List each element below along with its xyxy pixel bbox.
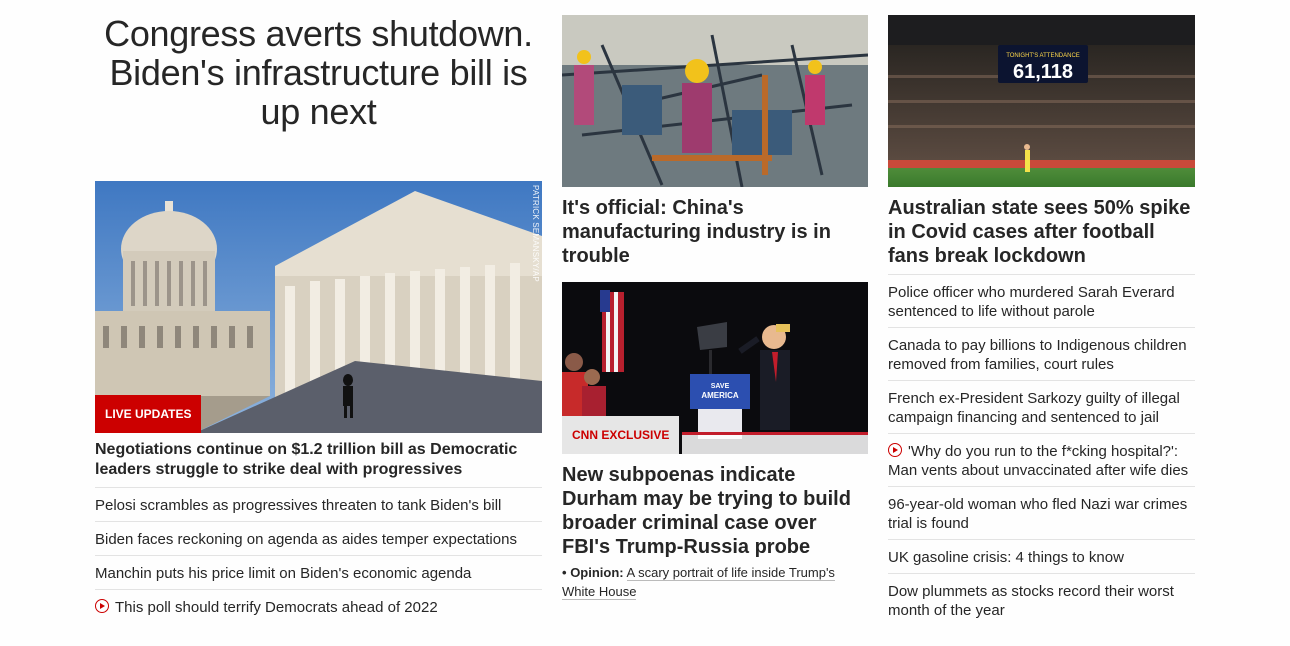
list-item-text: French ex-President Sarkozy guilty of il…	[888, 390, 1180, 426]
attendance-label: TONIGHT'S ATTENDANCE	[1006, 53, 1080, 59]
durham-subpoenas-link[interactable]: New subpoenas indicate Durham may be try…	[562, 463, 868, 559]
list-item-text: Pelosi scrambles as progressives threate…	[95, 497, 502, 514]
list-item[interactable]: Biden faces reckoning on agenda as aides…	[95, 521, 542, 555]
covid-spike-link[interactable]: Australian state sees 50% spike in Covid…	[888, 196, 1195, 268]
list-item-text: Canada to pay billions to Indigenous chi…	[888, 337, 1187, 373]
list-item[interactable]: Police officer who murdered Sarah Everar…	[888, 274, 1195, 327]
rally-image[interactable]: SAVE AMERICA CNN EXCLUSIVE	[562, 282, 868, 454]
podium-sign-line-2: AMERICA	[701, 391, 739, 400]
list-item-text: Dow plummets as stocks record their wors…	[888, 583, 1174, 619]
list-item-text: Manchin puts his price limit on Biden's …	[95, 565, 472, 582]
list-item[interactable]: 96-year-old woman who fled Nazi war crim…	[888, 486, 1195, 539]
factory-image[interactable]	[562, 15, 868, 187]
right-headline-list: Police officer who murdered Sarah Everar…	[888, 274, 1195, 626]
play-video-icon	[888, 443, 902, 457]
live-updates-badge: LIVE UPDATES	[95, 395, 202, 433]
factory-illustration	[562, 15, 868, 187]
list-item-text: This poll should terrify Democrats ahead…	[115, 599, 438, 616]
attendance-value: 61,118	[1013, 61, 1073, 83]
photo-credit: PATRICK SEMANSKY/AP	[531, 185, 540, 282]
list-item[interactable]: Canada to pay billions to Indigenous chi…	[888, 327, 1195, 380]
list-item-text: UK gasoline crisis: 4 things to know	[888, 549, 1124, 566]
opinion-link[interactable]: • Opinion: A scary portrait of life insi…	[562, 563, 868, 601]
stadium-image[interactable]: TONIGHT'S ATTENDANCE 61,118	[888, 15, 1195, 187]
main-headline[interactable]: Congress averts shutdown. Biden's infras…	[95, 14, 542, 131]
list-item[interactable]: French ex-President Sarkozy guilty of il…	[888, 380, 1195, 433]
list-item[interactable]: UK gasoline crisis: 4 things to know	[888, 539, 1195, 573]
opinion-bullet: •	[562, 565, 567, 580]
china-manufacturing-link[interactable]: It's official: China's manufacturing ind…	[562, 196, 868, 268]
left-headline-list: Pelosi scrambles as progressives threate…	[95, 487, 542, 623]
list-item-text: Police officer who murdered Sarah Everar…	[888, 284, 1175, 320]
list-item[interactable]: 'Why do you run to the f*cking hospital?…	[888, 433, 1195, 486]
stadium-illustration: TONIGHT'S ATTENDANCE 61,118	[888, 15, 1195, 187]
list-item[interactable]: Manchin puts his price limit on Biden's …	[95, 555, 542, 589]
list-item[interactable]: Dow plummets as stocks record their wors…	[888, 573, 1195, 626]
podium-sign-line-1: SAVE	[711, 383, 730, 390]
list-item-text: 96-year-old woman who fled Nazi war crim…	[888, 496, 1188, 532]
lead-story-link[interactable]: Negotiations continue on $1.2 trillion b…	[95, 440, 542, 480]
list-item-text: Biden faces reckoning on agenda as aides…	[95, 531, 517, 548]
list-item[interactable]: Pelosi scrambles as progressives threate…	[95, 487, 542, 521]
capitol-image[interactable]: PATRICK SEMANSKY/AP LIVE UPDATES	[95, 181, 542, 433]
opinion-label: Opinion:	[570, 565, 624, 580]
list-item[interactable]: This poll should terrify Democrats ahead…	[95, 589, 542, 623]
play-video-icon	[95, 599, 109, 613]
list-item-text: 'Why do you run to the f*cking hospital?…	[888, 443, 1189, 479]
cnn-exclusive-badge: CNN EXCLUSIVE	[562, 416, 680, 454]
